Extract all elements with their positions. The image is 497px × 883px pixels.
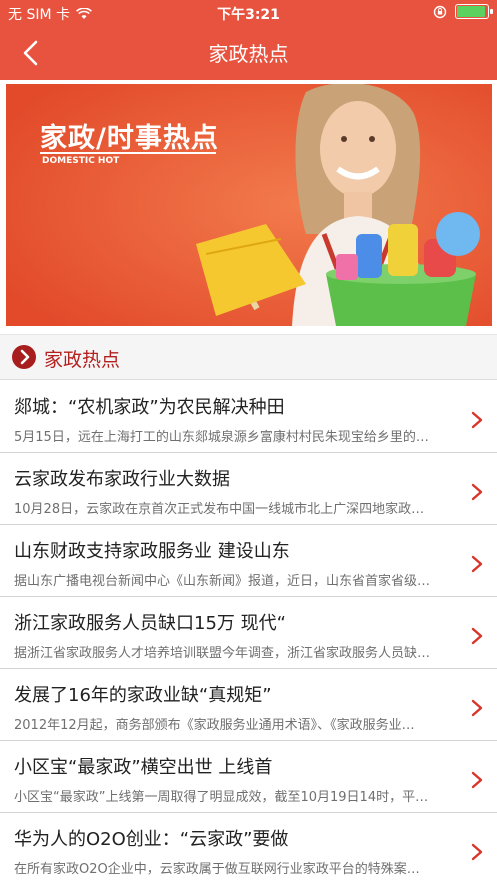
news-summary: 据山东广播电视台新闻中心《山东新闻》报道，近日，山东省首家省级…: [14, 574, 431, 589]
section-title: 家政热点: [44, 349, 121, 371]
news-item[interactable]: 小区宝“最家政”横空出世 上线首小区宝“最家政”上线第一周取得了明显成效，截至1…: [0, 741, 497, 813]
status-time: 下午3:21: [217, 7, 280, 23]
news-summary: 2012年12月起，商务部颁布《家政服务业通用术语》、《家政服务业…: [14, 718, 415, 733]
banner-divider: [40, 152, 216, 154]
news-item[interactable]: 浙江家政服务人员缺口15万 现代“ 据浙江省家政服务人才培养培训联盟今年调查，浙江…: [0, 597, 497, 669]
news-list: 郯城：“农机家政”为农民解决种田 5月15日，远在上海打工的山东郯城泉源乡富康村村…: [0, 381, 497, 883]
battery-level: [457, 6, 485, 17]
section-header: 家政热点: [0, 334, 497, 380]
chevron-right-icon: [471, 699, 483, 717]
chevron-right-icon: [471, 483, 483, 501]
news-headline: 山东财政支持家政服务业 建设山东: [14, 541, 290, 562]
news-headline: 华为人的O2O创业：“云家政”要做: [14, 829, 289, 850]
news-headline: 郯城：“农机家政”为农民解决种田: [14, 397, 285, 418]
news-summary: 在所有家政O2O企业中，云家政属于做互联网行业家政平台的特殊案…: [14, 862, 420, 877]
chevron-right-icon: [471, 411, 483, 429]
news-headline: 发展了16年的家政业缺“真规矩”: [14, 685, 272, 706]
news-headline: 小区宝“最家政”横空出世 上线首: [14, 757, 273, 778]
news-item[interactable]: 华为人的O2O创业：“云家政”要做在所有家政O2O企业中，云家政属于做互联网行业…: [0, 813, 497, 883]
chevron-right-icon: [471, 555, 483, 573]
news-summary: 小区宝“最家政”上线第一周取得了明显成效，截至10月19日14时，平…: [14, 790, 429, 805]
chevron-right-icon: [471, 627, 483, 645]
section-chevron-icon: [12, 345, 36, 369]
chevron-right-icon: [471, 771, 483, 789]
page-title: 家政热点: [208, 42, 289, 66]
battery-icon: [455, 4, 493, 19]
banner-subtitle: DOMESTIC HOT: [42, 156, 120, 166]
app-header: 无 SIM 卡 下午3:21 家政热点: [0, 0, 497, 80]
news-headline: 云家政发布家政行业大数据: [14, 469, 230, 490]
nav-bar: 家政热点: [0, 26, 497, 80]
news-summary: 据浙江省家政服务人才培养培训联盟今年调查，浙江省家政服务人员缺…: [14, 646, 431, 661]
news-item[interactable]: 郯城：“农机家政”为农民解决种田 5月15日，远在上海打工的山东郯城泉源乡富康村村…: [0, 381, 497, 453]
news-headline: 浙江家政服务人员缺口15万 现代“: [14, 613, 286, 634]
news-summary: 5月15日，远在上海打工的山东郯城泉源乡富康村村民朱现宝给乡里的…: [14, 430, 429, 445]
status-bar: 无 SIM 卡 下午3:21: [0, 0, 497, 26]
news-summary: 10月28日，云家政在京首次正式发布中国一线城市北上广深四地家政…: [14, 502, 425, 517]
banner-title: 家政/时事热点: [40, 123, 219, 154]
news-item[interactable]: 发展了16年的家政业缺“真规矩” 2012年12月起，商务部颁布《家政服务业通用术…: [0, 669, 497, 741]
orientation-lock-icon: [433, 5, 447, 18]
banner-image: 家政/时事热点 DOMESTIC HOT: [6, 84, 492, 326]
chevron-right-icon: [20, 349, 30, 365]
news-item[interactable]: 山东财政支持家政服务业 建设山东据山东广播电视台新闻中心《山东新闻》报道，近日，…: [0, 525, 497, 597]
chevron-right-icon: [471, 843, 483, 861]
news-item[interactable]: 云家政发布家政行业大数据 10月28日，云家政在京首次正式发布中国一线城市北上广深…: [0, 453, 497, 525]
status-right: [433, 4, 493, 19]
